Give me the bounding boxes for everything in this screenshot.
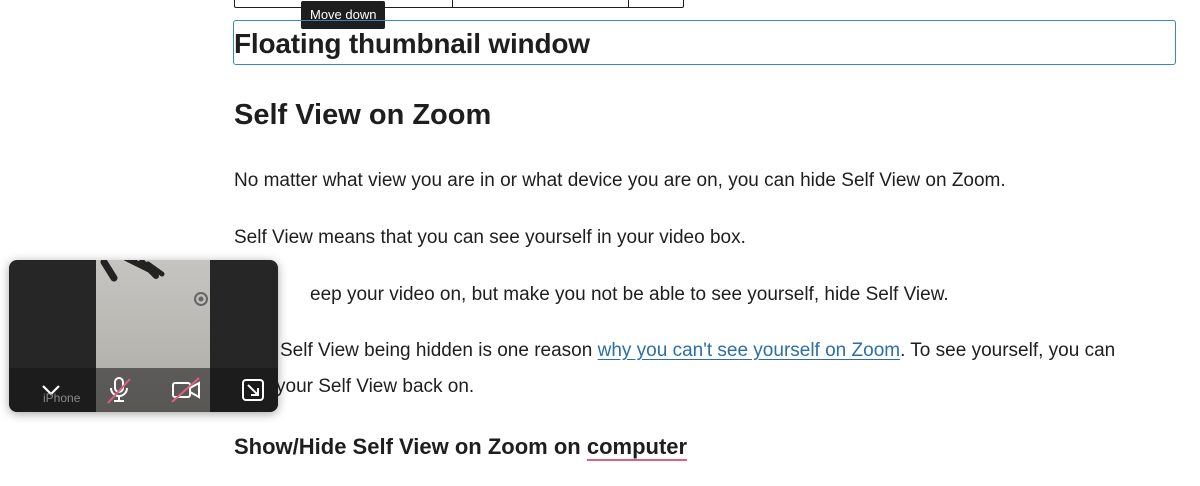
subsection-heading-text: Show/Hide Self View on Zoom on — [234, 434, 587, 459]
subsection-heading[interactable]: Show/Hide Self View on Zoom on computer — [234, 432, 687, 462]
exit-minimize-icon — [242, 379, 264, 401]
mic-muted-icon — [107, 377, 131, 404]
table-column-divider — [628, 0, 629, 7]
exit-minimized-button[interactable] — [237, 374, 269, 406]
unmute-button[interactable] — [103, 374, 135, 406]
paragraph-4-text: Self View being hidden is one reason — [280, 340, 598, 361]
start-video-button[interactable] — [170, 374, 202, 406]
floating-thumbnail-window[interactable]: iPhone — [9, 260, 278, 412]
paragraph-4-text-after: . To see yourself, you can — [900, 340, 1116, 361]
spellcheck-flagged-word[interactable]: computer — [587, 434, 687, 459]
selected-heading-block[interactable]: Floating thumbnail window — [234, 26, 590, 62]
video-off-icon — [171, 377, 200, 403]
section-heading[interactable]: Self View on Zoom — [234, 96, 491, 134]
thumbnail-controls-bar — [9, 368, 278, 412]
table-column-divider — [452, 0, 453, 7]
paragraph-4-line-2[interactable]: your Self View back on. — [276, 374, 474, 400]
paragraph-3[interactable]: eep your video on, but make you not be a… — [310, 282, 949, 308]
paragraph-4[interactable]: Self View being hidden is one reason why… — [280, 338, 1180, 364]
see-yourself-link[interactable]: why you can't see yourself on Zoom — [598, 340, 901, 361]
paragraph-1[interactable]: No matter what view you are in or what d… — [234, 168, 1006, 194]
participant-name-label: iPhone — [43, 391, 81, 405]
paragraph-2[interactable]: Self View means that you can see yoursel… — [234, 225, 746, 251]
